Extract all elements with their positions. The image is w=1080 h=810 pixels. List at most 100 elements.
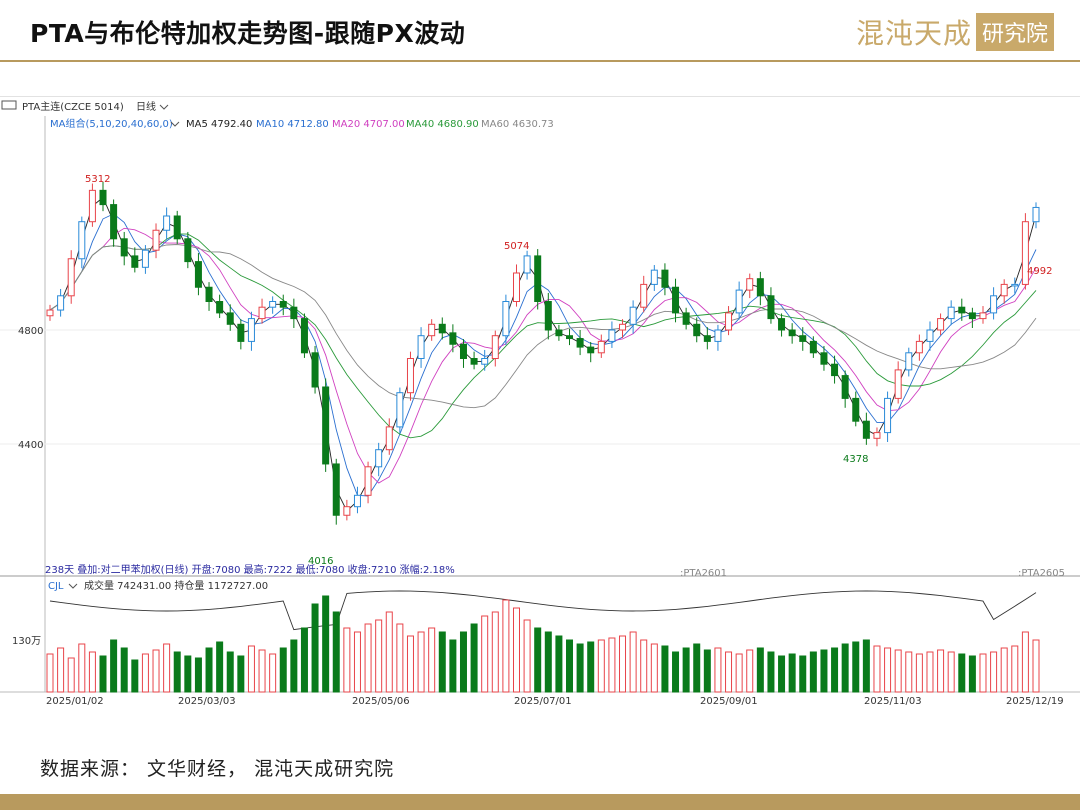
ma10-line [49, 213, 1037, 497]
volume-bar [512, 607, 520, 693]
volume-bar [120, 647, 128, 693]
candle-body [862, 420, 870, 439]
candle-body [99, 189, 107, 206]
volume-bar [343, 627, 351, 693]
candle-body [915, 340, 923, 354]
volume-bar [67, 657, 75, 693]
candle-body [353, 494, 361, 508]
volume-bar [566, 639, 574, 693]
volume-bar [576, 643, 584, 693]
candle-body [926, 329, 934, 342]
candle-body [163, 215, 171, 231]
candle-body [512, 272, 520, 302]
candle-body [905, 352, 913, 371]
candle-body [226, 312, 234, 325]
candle-body [438, 323, 446, 334]
candle-body [78, 221, 86, 260]
candle-body [767, 295, 775, 320]
candle-body [756, 278, 764, 297]
candle-body [873, 432, 881, 439]
volume-bar [406, 635, 414, 693]
candle-body [110, 204, 118, 240]
volume-bar [226, 651, 234, 693]
y-tick-4800: 4800 [18, 326, 43, 337]
volume-bar [364, 623, 372, 693]
symbol-label[interactable]: PTA主连(CZCE 5014) [22, 100, 124, 113]
volume-bar [693, 643, 701, 693]
candle-body [968, 312, 976, 320]
price-chart[interactable]: PTA主连(CZCE 5014) 日线 MA组合(5,10,20,40,60,0… [0, 96, 1080, 710]
volume-bar [968, 655, 976, 693]
candle-body [247, 318, 255, 342]
candle-body [364, 466, 372, 496]
chevron-down-icon[interactable] [159, 104, 169, 110]
source-note: 数据来源： 文华财经， 混沌天成研究院 [40, 758, 395, 780]
candle-body [57, 295, 65, 311]
candle-body [502, 301, 510, 337]
chain-link-icon[interactable] [1, 100, 17, 110]
volume-bar [555, 635, 563, 693]
volume-bar [661, 645, 669, 693]
annotation-last-4992: 4992 [1027, 266, 1052, 277]
volume-bar [1011, 645, 1019, 693]
volume-bar [216, 641, 224, 693]
volume-bar [831, 647, 839, 693]
volume-bar [131, 659, 139, 693]
candle-body [141, 249, 149, 268]
candle-body [184, 238, 192, 263]
candle-body [566, 335, 574, 340]
candle-body [269, 301, 277, 308]
candle-body [682, 312, 690, 325]
volume-bar [979, 653, 987, 693]
open-interest-line [49, 590, 1037, 631]
candle-body [406, 358, 414, 394]
candle-body [841, 375, 849, 399]
ma-group-label[interactable]: MA组合(5,10,20,40,60,0) [50, 117, 173, 130]
volume-bar [237, 655, 245, 693]
candle-body [831, 363, 839, 377]
period-label[interactable]: 日线 [136, 100, 156, 113]
candle-body [216, 301, 224, 314]
page-title: PTA与布伦特加权走势图-跟随PX波动 [30, 19, 466, 48]
volume-bar [459, 631, 467, 693]
volume-bar [269, 653, 277, 693]
logo-badge: 研究院 [975, 13, 1054, 51]
candle-body [714, 329, 722, 342]
volume-bar [958, 653, 966, 693]
volume-bar [1000, 647, 1008, 693]
candle-body [735, 289, 743, 314]
volume-chevron-icon[interactable] [68, 583, 78, 589]
candle-body [619, 323, 627, 331]
candle-body [894, 369, 902, 399]
candle-body [173, 215, 181, 240]
x-tick-label: 2025/09/01 [700, 696, 758, 707]
volume-bar [258, 649, 266, 693]
candle-body [661, 269, 669, 288]
volume-bar [544, 631, 552, 693]
overlay-info: 238天 叠加:对二甲苯加权(日线) 开盘:7080 最高:7222 最低:70… [45, 563, 455, 576]
volume-bar [682, 647, 690, 693]
volume-label[interactable]: CJL [48, 581, 64, 592]
volume-bar [110, 639, 118, 693]
annotation-high-5312: 5312 [85, 174, 110, 185]
candle-body [343, 506, 351, 516]
ma5-line [49, 196, 1037, 512]
volume-bar [915, 653, 923, 693]
volume-bar [78, 643, 86, 693]
x-tick-label: 2025/12/19 [1006, 696, 1064, 707]
volume-bar [311, 603, 319, 693]
volume-tick-130w: 130万 [12, 636, 41, 647]
volume-bar [385, 611, 393, 693]
volume-bar [247, 645, 255, 693]
volume-bar [88, 651, 96, 693]
candle-body [46, 309, 54, 317]
volume-bar [375, 619, 383, 693]
volume-bar [884, 647, 892, 693]
volume-bar [481, 615, 489, 693]
ma20-label: MA20 4707.00 [332, 119, 405, 130]
candle-body [597, 340, 605, 354]
volume-bar [619, 635, 627, 693]
volume-bar [947, 651, 955, 693]
volume-info: 成交量 742431.00 持仓量 1172727.00 [84, 579, 268, 592]
volume-bar [990, 651, 998, 693]
